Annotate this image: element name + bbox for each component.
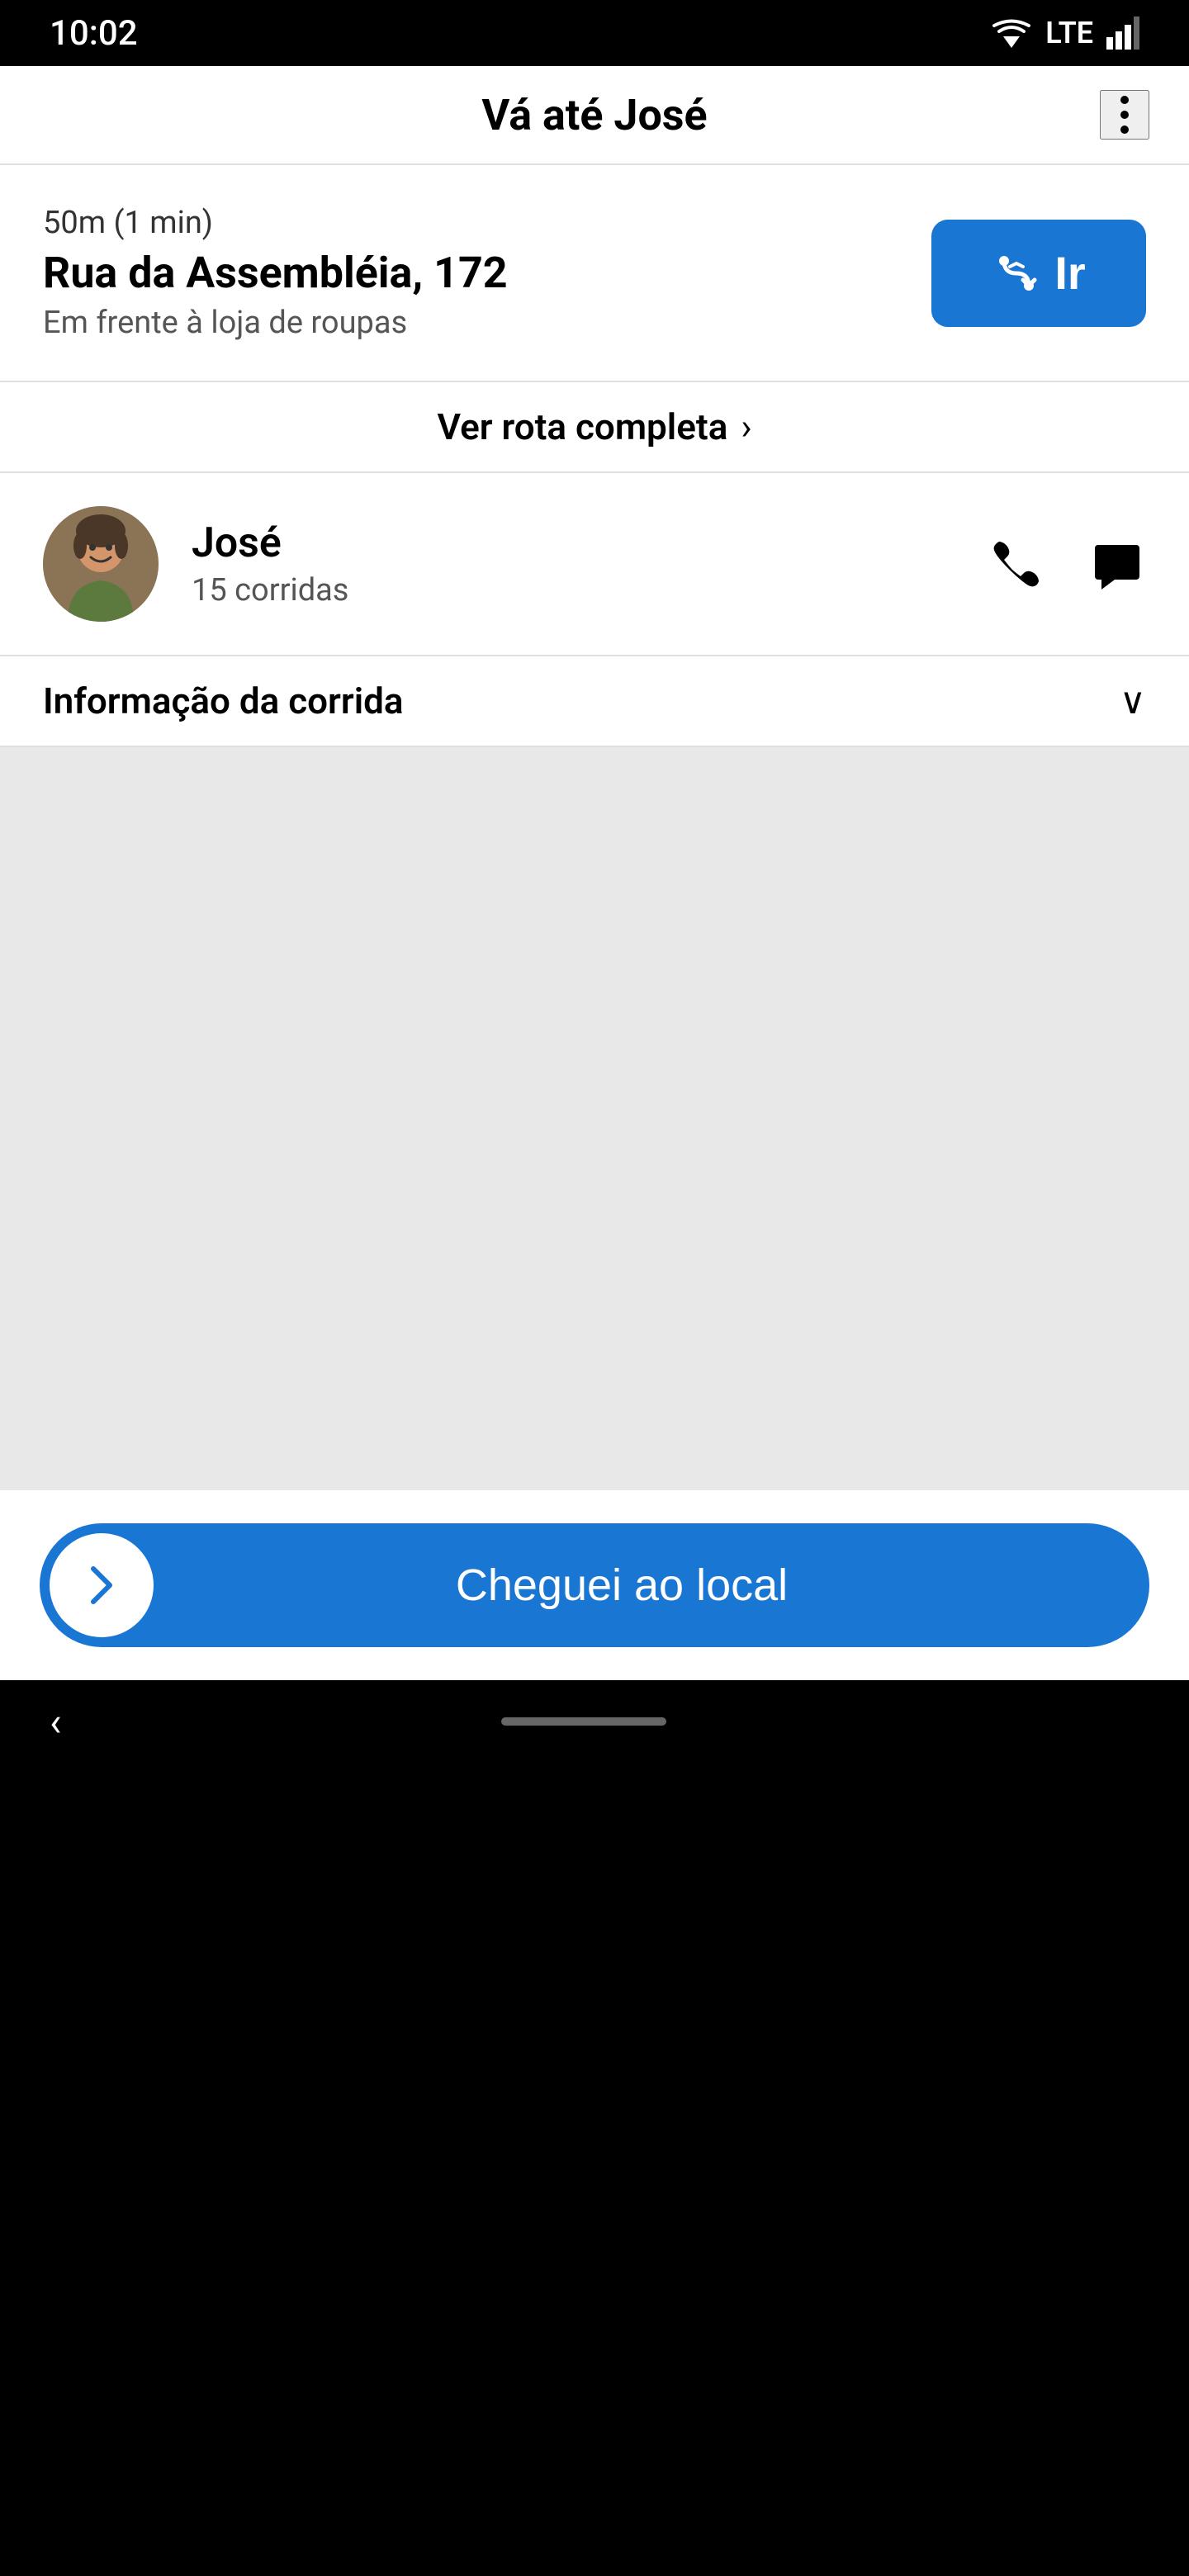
status-bar: 10:02 LTE xyxy=(0,0,1189,66)
home-indicator xyxy=(501,1717,666,1726)
header: Vá até José xyxy=(0,66,1189,165)
avatar-image xyxy=(43,506,159,622)
more-options-button[interactable] xyxy=(1100,90,1149,140)
chevron-down-icon: ∨ xyxy=(1120,680,1146,722)
distance-time: 50m (1 min) xyxy=(43,205,931,241)
status-time: 10:02 xyxy=(50,13,138,54)
driver-avatar xyxy=(43,506,159,622)
route-link-label: Ver rota completa xyxy=(437,405,727,448)
driver-rides: 15 corridas xyxy=(192,572,988,608)
signal-icon xyxy=(1106,17,1139,50)
driver-section: José 15 corridas xyxy=(0,473,1189,656)
street-name: Rua da Assembléia, 172 xyxy=(43,248,931,298)
address-section: 50m (1 min) Rua da Assembléia, 172 Em fr… xyxy=(0,165,1189,382)
status-icons: LTE xyxy=(991,16,1139,50)
ride-info-label: Informação da corrida xyxy=(43,680,404,722)
go-button-label: Ir xyxy=(1054,246,1085,300)
three-dots-icon xyxy=(1120,96,1129,134)
driver-info: José 15 corridas xyxy=(192,519,988,608)
phone-icon xyxy=(988,535,1045,593)
message-button[interactable] xyxy=(1088,535,1146,593)
bottom-section: Cheguei ao local xyxy=(0,1490,1189,1680)
driver-name: José xyxy=(192,519,988,567)
chevron-right-icon: › xyxy=(741,405,751,448)
address-hint: Em frente à loja de roupas xyxy=(43,305,931,341)
route-icon xyxy=(992,249,1041,298)
driver-actions xyxy=(988,535,1146,593)
bottom-nav: ‹ xyxy=(0,1680,1189,1763)
ride-info-section[interactable]: Informação da corrida ∨ xyxy=(0,656,1189,747)
lte-indicator: LTE xyxy=(1045,16,1093,50)
chat-icon xyxy=(1088,535,1146,593)
back-button[interactable]: ‹ xyxy=(50,1698,61,1745)
arrived-label: Cheguei ao local xyxy=(154,1560,1090,1611)
arrived-button[interactable]: Cheguei ao local xyxy=(40,1523,1149,1647)
screen-content: Vá até José 50m (1 min) Rua da Assembléi… xyxy=(0,66,1189,1680)
wifi-icon xyxy=(991,17,1032,50)
arrived-arrow-icon xyxy=(50,1533,154,1637)
arrow-right-icon xyxy=(77,1560,126,1610)
address-info: 50m (1 min) Rua da Assembléia, 172 Em fr… xyxy=(43,205,931,341)
route-section[interactable]: Ver rota completa › xyxy=(0,382,1189,473)
page-title: Vá até José xyxy=(481,90,707,140)
go-button[interactable]: Ir xyxy=(931,220,1146,327)
call-button[interactable] xyxy=(988,535,1045,593)
map-area xyxy=(0,747,1189,1490)
